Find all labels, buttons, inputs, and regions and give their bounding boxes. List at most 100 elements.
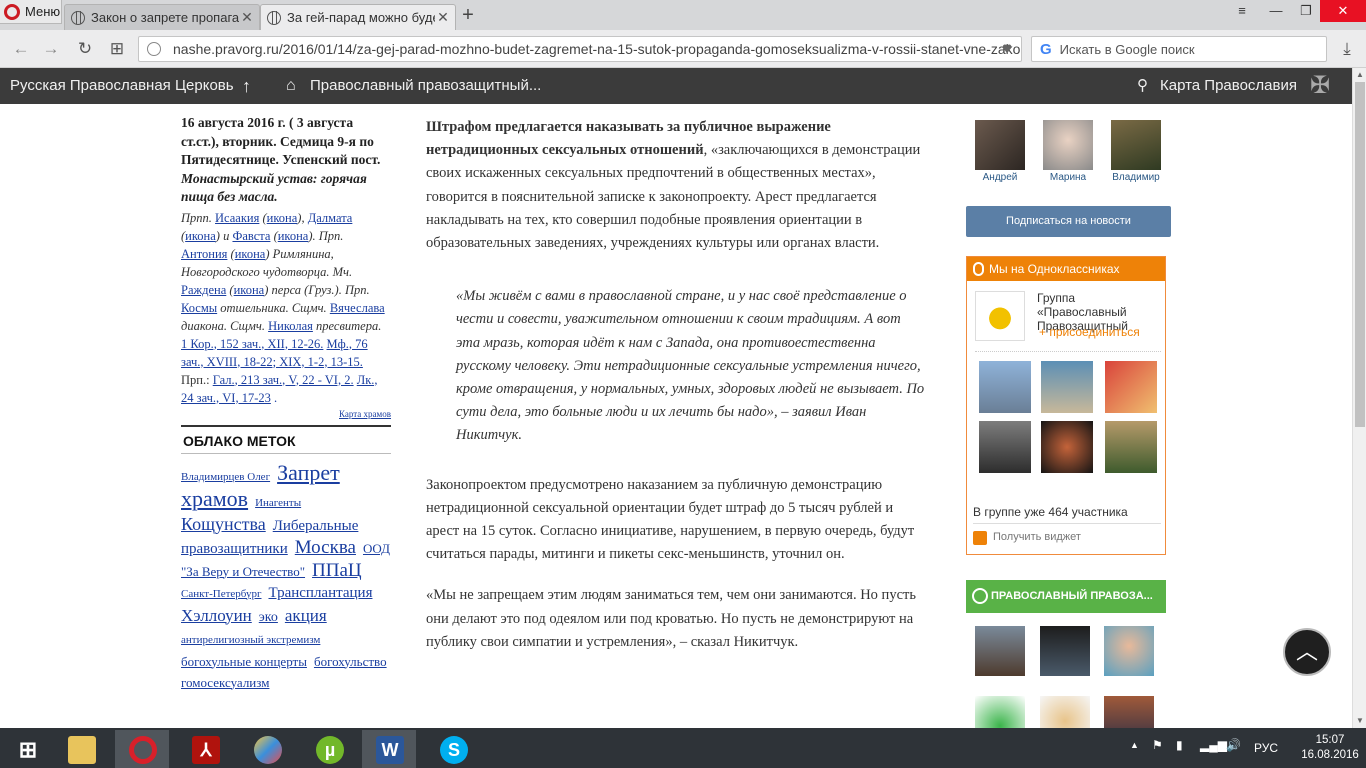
taskbar-utorrent[interactable]: µ bbox=[302, 730, 356, 768]
forward-icon[interactable]: → bbox=[40, 38, 62, 60]
member-photo[interactable] bbox=[979, 421, 1031, 473]
battery-icon[interactable]: ▮ bbox=[1176, 738, 1183, 752]
close-tab-icon[interactable]: ✕ bbox=[239, 9, 255, 26]
tab-menu-icon[interactable]: ≡ bbox=[1230, 0, 1254, 22]
nav-item-rpc[interactable]: Русская Православная Церковь bbox=[10, 68, 234, 104]
icon-link[interactable]: икона bbox=[235, 247, 266, 261]
ok-join-link[interactable]: + присоединиться bbox=[1039, 325, 1140, 339]
article-paragraph: Штрафом предлагается наказывать за публи… bbox=[426, 116, 926, 255]
scroll-thumb[interactable] bbox=[1355, 82, 1365, 427]
reading-link[interactable]: Гал., 213 зач., V, 22 - VI, 2. bbox=[213, 373, 354, 387]
saint-link[interactable]: Исаакия bbox=[215, 211, 259, 225]
taskbar-opera[interactable] bbox=[115, 730, 169, 768]
tag-link[interactable]: Инагенты bbox=[255, 497, 301, 509]
member-photo[interactable] bbox=[1105, 361, 1157, 413]
tag-link[interactable]: Трансплантация bbox=[268, 585, 372, 601]
search-field[interactable]: G Искать в Google поиск bbox=[1031, 36, 1327, 62]
saint-link[interactable]: Николая bbox=[268, 319, 313, 333]
tag-link[interactable]: Хэллоуин bbox=[181, 606, 252, 625]
tag-link[interactable]: ППаЦ bbox=[312, 560, 362, 581]
member-photo[interactable] bbox=[1041, 421, 1093, 473]
member-photo[interactable] bbox=[975, 696, 1025, 728]
icon-link[interactable]: икона bbox=[234, 283, 265, 297]
member-photo[interactable] bbox=[1105, 421, 1157, 473]
restore-icon[interactable]: ❐ bbox=[1292, 0, 1320, 22]
friend-card[interactable]: Марина bbox=[1043, 120, 1093, 183]
member-photo[interactable] bbox=[979, 361, 1031, 413]
volume-icon[interactable]: 🔊 bbox=[1226, 738, 1241, 752]
icon-link[interactable]: икона bbox=[185, 229, 216, 243]
member-photo[interactable] bbox=[975, 626, 1025, 676]
tab-1[interactable]: Закон о запрете пропага ✕ bbox=[64, 4, 260, 30]
cross-logo-icon[interactable]: ✠ bbox=[1310, 68, 1330, 104]
nav-item-pravozaschitny[interactable]: Православный правозащитный... bbox=[310, 68, 541, 104]
church-map-link[interactable]: Карта храмов bbox=[181, 409, 391, 419]
close-tab-icon[interactable]: ✕ bbox=[435, 9, 451, 26]
reading-link[interactable]: 1 Кор., 152 зач., XII, 12-26. bbox=[181, 337, 323, 351]
reload-icon[interactable]: ↻ bbox=[74, 38, 96, 60]
home-icon[interactable]: ⌂ bbox=[286, 68, 296, 104]
member-photo[interactable] bbox=[1104, 696, 1154, 728]
back-icon[interactable]: ← bbox=[10, 38, 32, 60]
up-arrow-icon[interactable]: ↑ bbox=[242, 68, 251, 104]
taskbar-word[interactable]: W bbox=[362, 730, 416, 768]
show-hidden-icons[interactable]: ▲ bbox=[1130, 740, 1139, 750]
tag-link[interactable]: гомосексуализм bbox=[181, 675, 269, 690]
ok-widget-header: Мы на Одноклассниках bbox=[967, 257, 1165, 281]
vk-subscribe-button[interactable]: Подписаться на новости bbox=[966, 206, 1171, 237]
ok-get-widget-link[interactable]: Получить виджет bbox=[993, 531, 1081, 543]
url-field[interactable]: nashe.pravorg.ru/2016/01/14/za-gej-parad… bbox=[138, 36, 1022, 62]
tag-link[interactable]: Владимирцев Олег bbox=[181, 471, 270, 483]
close-window-icon[interactable]: ✕ bbox=[1320, 0, 1366, 22]
member-photo[interactable] bbox=[1104, 626, 1154, 676]
member-photo[interactable] bbox=[1040, 696, 1090, 728]
google-icon: G bbox=[1040, 40, 1052, 58]
saint-link[interactable]: Фавста bbox=[232, 229, 270, 243]
tab-2-active[interactable]: За гей-парад можно буде ✕ bbox=[260, 4, 456, 30]
group-logo[interactable] bbox=[975, 291, 1025, 341]
friend-avatar bbox=[1043, 120, 1093, 170]
saint-link[interactable]: Антония bbox=[181, 247, 227, 261]
globe-icon bbox=[71, 10, 85, 25]
input-language[interactable]: РУС bbox=[1254, 741, 1278, 755]
saint-link[interactable]: Космы bbox=[181, 301, 217, 315]
tag-link[interactable]: Санкт-Петербург bbox=[181, 588, 261, 600]
network-icon[interactable]: ▂▄▆ bbox=[1200, 738, 1227, 752]
taskbar-acrobat[interactable]: ⅄ bbox=[178, 730, 232, 768]
tag-link[interactable]: эко bbox=[259, 610, 278, 625]
nav-item-map[interactable]: Карта Православия bbox=[1160, 68, 1297, 104]
taskbar-explorer[interactable] bbox=[54, 730, 108, 768]
tag-link[interactable]: богохульство bbox=[314, 654, 387, 669]
download-icon[interactable]: ⤓ bbox=[1336, 38, 1358, 60]
scroll-up-icon[interactable]: ▲ bbox=[1353, 68, 1366, 82]
opera-menu-button[interactable]: Меню bbox=[0, 0, 62, 24]
icon-link[interactable]: икона bbox=[267, 211, 298, 225]
tag-link[interactable]: богохульные концерты bbox=[181, 654, 307, 669]
site-info-icon[interactable] bbox=[147, 42, 161, 56]
start-button[interactable]: ⊞ bbox=[0, 730, 54, 768]
icon-link[interactable]: икона bbox=[278, 229, 309, 243]
clock[interactable]: 15:07 16.08.2016 bbox=[1300, 733, 1360, 763]
saint-link[interactable]: Далмата bbox=[308, 211, 353, 225]
speed-dial-icon[interactable]: ⊞ bbox=[106, 38, 128, 60]
saint-link[interactable]: Вячеслава bbox=[330, 301, 385, 315]
minimize-icon[interactable]: — bbox=[1262, 0, 1290, 22]
flag-icon[interactable]: ⚑ bbox=[1152, 738, 1163, 752]
heart-icon[interactable]: ♥ bbox=[996, 38, 1018, 60]
friend-card[interactable]: Владимир bbox=[1111, 120, 1161, 183]
page-scrollbar[interactable]: ▲ ▼ bbox=[1352, 68, 1366, 728]
tag-link[interactable]: антирелигиозный экстремизм bbox=[181, 634, 320, 646]
saint-link[interactable]: Раждена bbox=[181, 283, 226, 297]
tag-link[interactable]: Кощунства bbox=[181, 514, 266, 534]
taskbar-skype[interactable]: S bbox=[426, 730, 480, 768]
member-photo[interactable] bbox=[1041, 361, 1093, 413]
scroll-down-icon[interactable]: ▼ bbox=[1353, 714, 1366, 728]
friend-card[interactable]: Андрей bbox=[975, 120, 1025, 183]
member-photo[interactable] bbox=[1040, 626, 1090, 676]
scroll-to-top-button[interactable]: ︿ bbox=[1283, 628, 1331, 676]
tag-link[interactable]: Москва bbox=[295, 537, 356, 558]
taskbar-paint[interactable] bbox=[240, 730, 294, 768]
tag-link[interactable]: акция bbox=[285, 606, 327, 625]
pz-widget-header[interactable]: ПРАВОСЛАВНЫЙ ПРАВОЗА... bbox=[966, 580, 1166, 613]
new-tab-button[interactable]: + bbox=[456, 4, 480, 28]
